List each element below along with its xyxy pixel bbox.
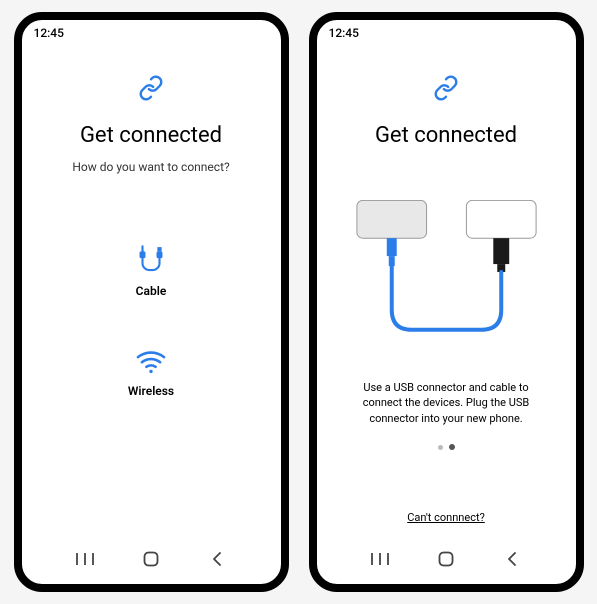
nav-recents[interactable] xyxy=(74,548,96,570)
page-subtitle: How do you want to connect? xyxy=(72,160,229,174)
phone-left: 12:45 Get connected How do you want to c… xyxy=(14,12,289,592)
cant-connect-link[interactable]: Can't connnect? xyxy=(407,511,485,524)
nav-bar xyxy=(22,538,281,584)
connection-options: Cable Wireless xyxy=(128,244,174,398)
status-bar: 12:45 xyxy=(22,20,281,40)
status-time: 12:45 xyxy=(329,26,359,40)
cable-icon xyxy=(134,244,168,278)
link-icon xyxy=(433,75,459,105)
phone-right: 12:45 Get connected xyxy=(309,12,584,592)
nav-home[interactable] xyxy=(140,548,162,570)
cable-option[interactable]: Cable xyxy=(134,244,168,298)
dot-1 xyxy=(438,445,443,450)
link-icon xyxy=(138,75,164,105)
nav-bar xyxy=(317,538,576,584)
instruction-text: Use a USB connector and cable to connect… xyxy=(337,380,556,426)
cable-illustration xyxy=(337,200,556,360)
nav-back[interactable] xyxy=(206,548,228,570)
nav-home[interactable] xyxy=(435,548,457,570)
page-title: Get connected xyxy=(80,123,222,148)
dot-2 xyxy=(449,444,455,450)
nav-back[interactable] xyxy=(501,548,523,570)
screen-content: Get connected Use a USB connector and ca… xyxy=(317,40,576,538)
cable-label: Cable xyxy=(136,284,167,298)
status-bar: 12:45 xyxy=(317,20,576,40)
wireless-option[interactable]: Wireless xyxy=(128,348,174,398)
page-indicator xyxy=(438,444,455,450)
status-time: 12:45 xyxy=(34,26,64,40)
page-title: Get connected xyxy=(375,123,517,148)
nav-recents[interactable] xyxy=(369,548,391,570)
screen-content: Get connected How do you want to connect… xyxy=(22,40,281,538)
wifi-icon xyxy=(134,348,168,378)
wireless-label: Wireless xyxy=(128,384,174,398)
